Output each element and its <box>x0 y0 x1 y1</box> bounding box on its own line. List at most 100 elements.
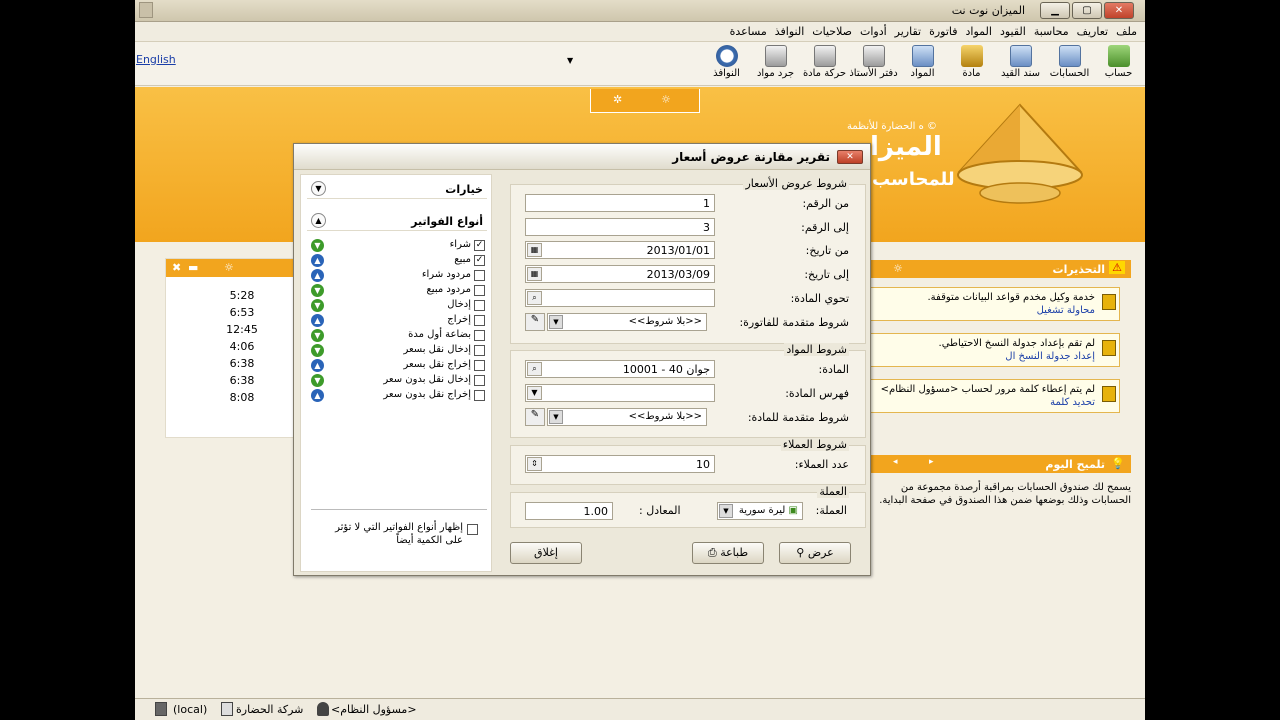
company-icon <box>221 702 233 716</box>
contains-material-input[interactable]: ⌕ <box>525 289 715 307</box>
previous-tip-icon[interactable]: ◂ <box>893 457 898 467</box>
material-input[interactable]: ⌕ 10001 - جوان 40 <box>525 360 715 378</box>
checkbox[interactable] <box>474 375 485 386</box>
menu-definitions[interactable]: تعاريف <box>1073 25 1112 38</box>
expand-chevron-icon[interactable]: ▼ <box>311 181 326 196</box>
currency-select[interactable]: ▼ ▣ ليرة سورية <box>717 502 803 520</box>
checkbox[interactable] <box>467 524 478 535</box>
checkbox[interactable] <box>474 300 485 311</box>
checkbox[interactable] <box>474 345 485 356</box>
menu-accounting[interactable]: محاسبة <box>1030 25 1073 38</box>
flag-icon <box>1102 386 1116 402</box>
ledger-printer-icon <box>862 45 885 67</box>
toolbar-overflow-icon[interactable]: ▼ <box>567 56 573 65</box>
menu-materials[interactable]: المواد <box>962 25 996 38</box>
sun-icon[interactable]: ✲ <box>613 93 622 106</box>
status-company: شركة الحضارة <box>236 703 304 716</box>
checkbox[interactable] <box>474 360 485 371</box>
menu-tools[interactable]: أدوات <box>856 25 891 38</box>
close-icon[interactable]: ✖ <box>172 261 181 274</box>
toolbar-materials-button[interactable]: المواد <box>898 43 947 80</box>
invoice-type-item[interactable]: ▼ إدخال <box>311 299 487 314</box>
minimize-button[interactable]: ▁ <box>1040 2 1070 19</box>
invoice-type-item[interactable]: ▼ إدخال نقل بدون سعر <box>311 374 487 389</box>
list-item: 12:45 <box>226 323 258 336</box>
invoice-advanced-conditions-select[interactable]: ▼ <<بلا شروط>> <box>547 313 707 331</box>
settings-icon[interactable]: ☼ <box>224 261 234 274</box>
material-index-select[interactable]: ▼ <box>525 384 715 402</box>
settings-icon[interactable]: ☼ <box>893 262 903 275</box>
invoice-type-item[interactable]: ▲ مردود شراء <box>311 269 487 284</box>
invoice-type-item[interactable]: ▲ إخراج نقل بدون سعر <box>311 389 487 404</box>
menu-help[interactable]: مساعدة <box>726 25 771 38</box>
exchange-rate-input[interactable]: 1.00 <box>525 502 613 520</box>
checkbox[interactable]: ✓ <box>474 240 485 251</box>
english-link[interactable]: English <box>136 53 176 66</box>
checkbox[interactable]: ✓ <box>474 255 485 266</box>
invoice-type-item[interactable]: ▲ إخراج <box>311 314 487 329</box>
toolbar-accounts-button[interactable]: الحسابات <box>1045 43 1094 80</box>
warning-link[interactable]: إعداد جدولة النسخ ال <box>874 350 1095 363</box>
close-button[interactable]: ✕ <box>1104 2 1134 19</box>
invoice-type-item[interactable]: ▼ مردود مبيع <box>311 284 487 299</box>
dropdown-arrow-icon[interactable]: ▼ <box>527 386 542 400</box>
warning-link[interactable]: تحديد كلمة <box>874 396 1095 409</box>
conditions-editor-button[interactable]: ✎ <box>525 313 545 331</box>
view-button[interactable]: ⚲ عرض <box>779 542 851 564</box>
menu-file[interactable]: ملف <box>1112 25 1141 38</box>
spinner-icon[interactable]: ⇕ <box>527 457 542 471</box>
arrow-in-icon: ▼ <box>311 344 324 357</box>
checkbox[interactable] <box>474 270 485 281</box>
next-tip-icon[interactable]: ▸ <box>929 457 934 467</box>
checkbox[interactable] <box>474 315 485 326</box>
to-number-input[interactable]: 3 <box>525 218 715 236</box>
calendar-icon[interactable]: ▦ <box>527 243 542 257</box>
menu-permissions[interactable]: صلاحيات <box>808 25 856 38</box>
invoice-type-item[interactable]: ▲ إخراج نقل بسعر <box>311 359 487 374</box>
invoice-types-section[interactable]: أنواع الفواتير ▲ <box>307 211 487 231</box>
window-title: الميزان نوت نت <box>951 4 1025 17</box>
toolbar-inventory-button[interactable]: جرد مواد <box>751 43 800 80</box>
menu-invoice[interactable]: فاتورة <box>925 25 961 38</box>
gear-icon[interactable]: ☼ <box>661 93 671 106</box>
toolbar-material-movement-button[interactable]: حركة مادة <box>800 43 849 80</box>
toolbar-windows-button[interactable]: النوافذ <box>702 43 751 80</box>
invoice-type-item[interactable]: ▲ ✓ مبيع <box>311 254 487 269</box>
arrow-in-icon: ▼ <box>311 329 324 342</box>
invoice-type-item[interactable]: ▼ بضاعة أول مدة <box>311 329 487 344</box>
maximize-button[interactable]: ▢ <box>1072 2 1102 19</box>
calendar-icon[interactable]: ▦ <box>527 267 542 281</box>
minimize-icon[interactable]: ▬ <box>188 261 198 274</box>
customer-count-stepper[interactable]: ⇕ 10 <box>525 455 715 473</box>
search-icon[interactable]: ⌕ <box>527 362 542 376</box>
toolbar-journal-voucher-button[interactable]: سند القيد <box>996 43 1045 80</box>
menu-windows[interactable]: النوافذ <box>771 25 809 38</box>
close-dialog-button[interactable]: إغلاق <box>510 542 582 564</box>
conditions-editor-button[interactable]: ✎ <box>525 408 545 426</box>
checkbox[interactable] <box>474 330 485 341</box>
material-advanced-conditions-select[interactable]: ▼ <<بلا شروط>> <box>547 408 707 426</box>
warning-link[interactable]: محاولة تشغيل <box>874 304 1095 317</box>
currency-group: العملة العملة: ▼ ▣ ليرة سورية المعادل : 1… <box>510 485 866 528</box>
dialog-close-button[interactable]: ✕ <box>837 150 863 164</box>
dropdown-arrow-icon[interactable]: ▼ <box>549 315 563 329</box>
search-icon[interactable]: ⌕ <box>527 291 542 305</box>
invoice-type-item[interactable]: ▼ إدخال نقل بسعر <box>311 344 487 359</box>
to-date-input[interactable]: ▦ 2013/03/09 <box>525 265 715 283</box>
options-section[interactable]: خيارات ▼ <box>307 179 487 199</box>
toolbar-material-button[interactable]: مادة <box>947 43 996 80</box>
invoice-type-label: بضاعة أول مدة <box>408 329 471 340</box>
print-button[interactable]: ⎙ طباعة <box>692 542 764 564</box>
dropdown-arrow-icon[interactable]: ▼ <box>549 410 563 424</box>
menu-entries[interactable]: القيود <box>996 25 1030 38</box>
invoice-type-item[interactable]: ▼ ✓ شراء <box>311 239 487 254</box>
menu-reports[interactable]: تقارير <box>891 25 925 38</box>
toolbar-account-button[interactable]: حساب <box>1094 43 1143 80</box>
dropdown-arrow-icon[interactable]: ▼ <box>719 504 733 518</box>
from-date-input[interactable]: ▦ 2013/01/01 <box>525 241 715 259</box>
from-number-input[interactable]: 1 <box>525 194 715 212</box>
checkbox[interactable] <box>474 390 485 401</box>
checkbox[interactable] <box>474 285 485 296</box>
toolbar-ledger-button[interactable]: دفتر الأستاذ <box>849 43 898 80</box>
collapse-chevron-icon[interactable]: ▲ <box>311 213 326 228</box>
